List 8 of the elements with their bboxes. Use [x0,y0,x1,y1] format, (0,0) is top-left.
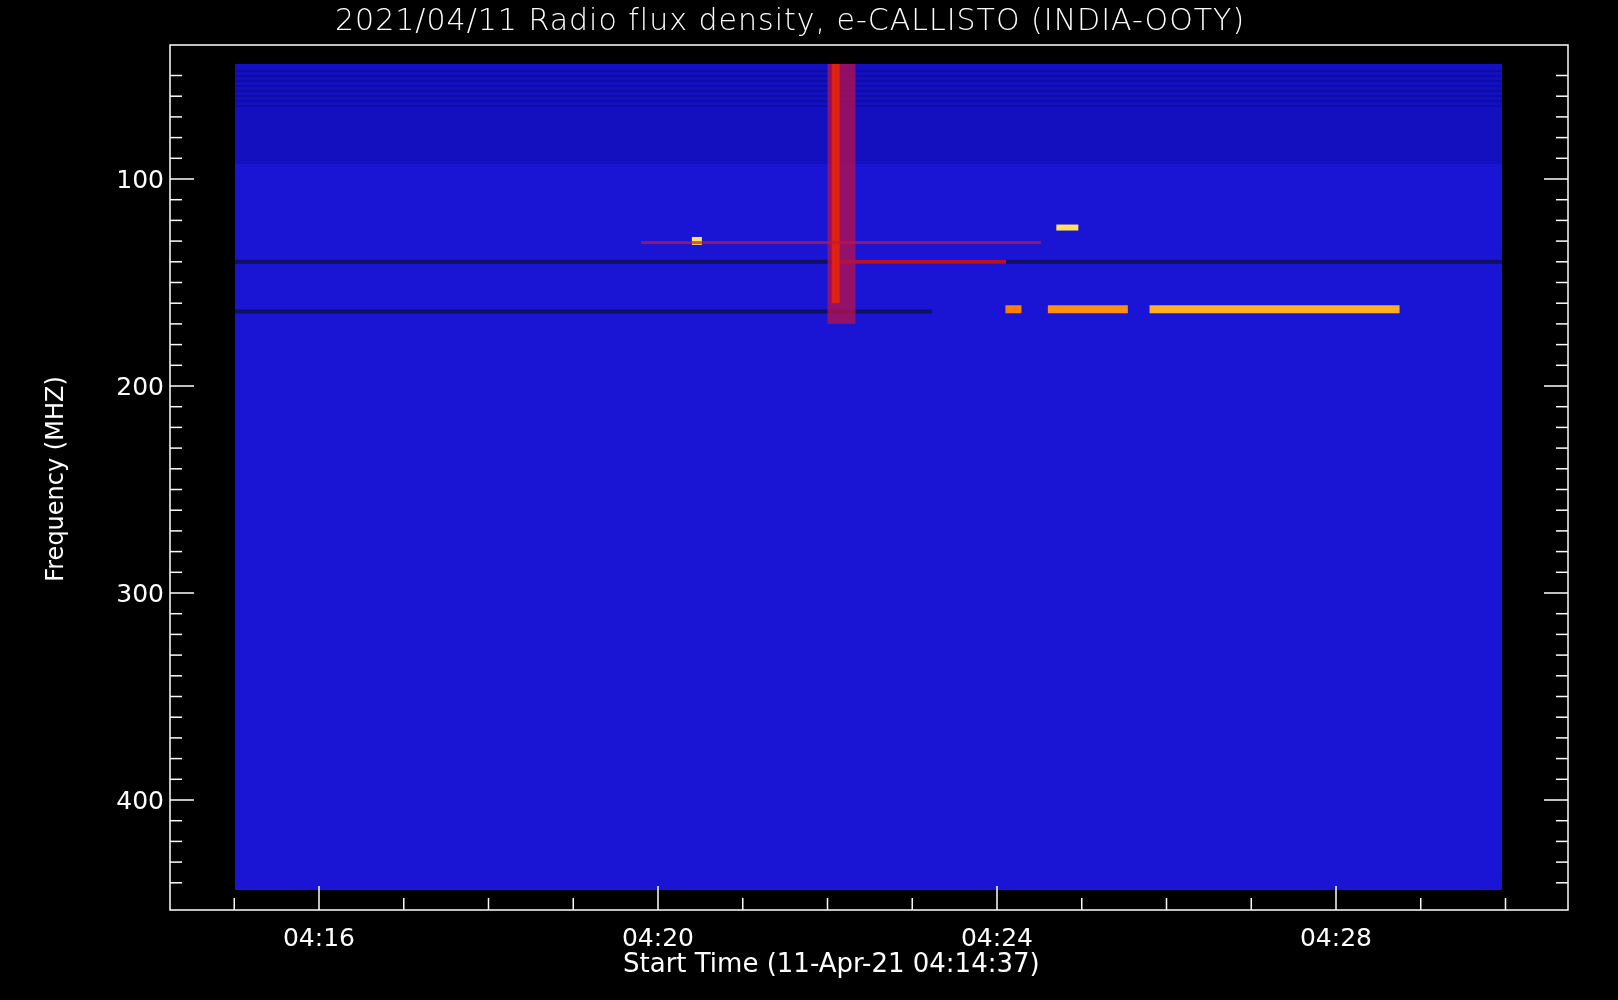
tick-label: 100 [116,165,164,194]
tick-label: 400 [116,786,164,815]
tick-label: 04:16 [283,923,355,952]
tick-label: 200 [116,372,164,401]
axis-title: Frequency (MHZ) [41,376,69,582]
tick-label: 04:28 [1300,923,1372,952]
chart-title: 2021/04/11 Radio flux density, e-CALLISTO (INDIA-OOTY) [335,2,1246,39]
tick-label: 300 [116,579,164,608]
